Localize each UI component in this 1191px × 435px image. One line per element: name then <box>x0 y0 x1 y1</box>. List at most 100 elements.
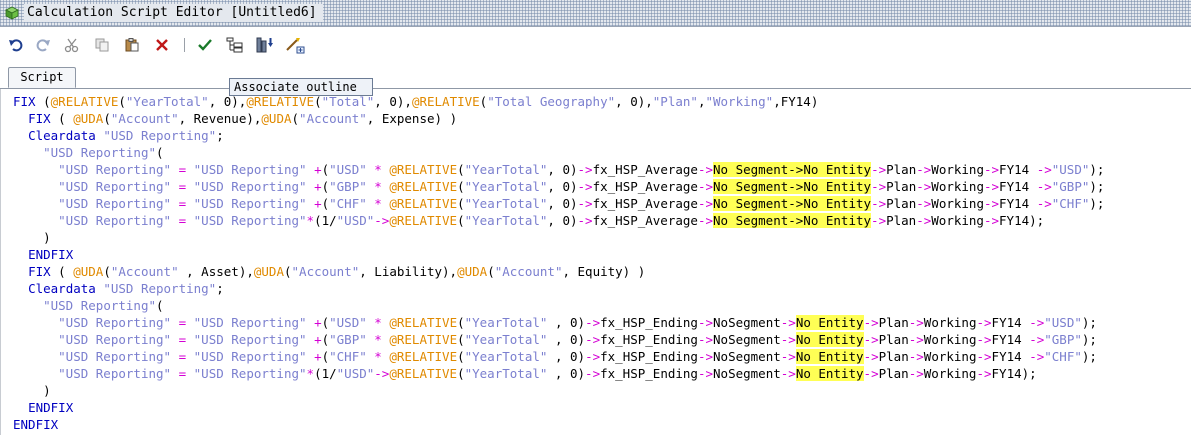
cut-button[interactable] <box>62 35 82 55</box>
code-token: fx_HSP_Ending <box>600 332 698 347</box>
delete-button[interactable] <box>152 35 172 55</box>
code-token: No Segment->No Entity <box>713 196 872 211</box>
code-token: @UDA <box>73 264 104 279</box>
code-token: , 0), <box>208 94 247 109</box>
code-token: "USD Reporting" <box>43 145 156 160</box>
code-token: -> <box>585 315 601 330</box>
code-token: + <box>314 179 322 194</box>
script-editor[interactable]: FIX (@RELATIVE("YearTotal", 0),@RELATIVE… <box>0 89 1191 435</box>
code-line[interactable]: "USD Reporting"( <box>13 297 1104 314</box>
code-area[interactable]: FIX (@RELATIVE("YearTotal", 0),@RELATIVE… <box>13 93 1104 433</box>
code-token: + <box>314 349 322 364</box>
code-token: + <box>314 196 322 211</box>
code-token: -> <box>780 349 796 364</box>
code-token: Plan <box>886 179 917 194</box>
code-token: = <box>178 196 187 211</box>
code-line[interactable]: "USD Reporting" = "USD Reporting"*(1/"US… <box>13 212 1104 229</box>
code-token: Working <box>931 213 984 228</box>
code-token: "USD Reporting" <box>103 281 217 296</box>
code-line[interactable]: "USD Reporting" = "USD Reporting" +("GBP… <box>13 331 1104 348</box>
code-line[interactable]: ) <box>13 382 1104 399</box>
code-token: ); <box>1089 162 1105 177</box>
undo-button[interactable] <box>6 35 26 55</box>
code-token: -> <box>697 332 714 347</box>
code-line[interactable]: "USD Reporting" = "USD Reporting" +("CHF… <box>13 195 1104 212</box>
code-token: -> <box>1029 349 1045 364</box>
code-line[interactable]: "USD Reporting" = "USD Reporting" +("CHF… <box>13 348 1104 365</box>
code-token: ; <box>216 128 224 143</box>
code-token: "USD Reporting" <box>193 213 307 228</box>
code-token: , 0) <box>547 315 586 330</box>
code-token: fx_HSP_Ending <box>600 315 698 330</box>
code-token: "Total" <box>321 94 375 109</box>
tab-script[interactable]: Script <box>8 67 76 88</box>
code-token: NoSegment <box>713 366 781 381</box>
code-token: -> <box>780 366 796 381</box>
code-line[interactable]: FIX (@RELATIVE("YearTotal", 0),@RELATIVE… <box>13 93 1104 110</box>
code-line[interactable]: ENDFIX <box>13 399 1104 416</box>
code-token: ( <box>283 264 292 279</box>
code-token: , 0), <box>374 94 412 109</box>
code-line[interactable]: Cleardata "USD Reporting"; <box>13 280 1104 297</box>
code-token: "YearTotal" <box>464 349 548 364</box>
code-line[interactable]: FIX ( @UDA("Account" , Asset),@UDA("Acco… <box>13 263 1104 280</box>
code-token: -> <box>976 366 992 381</box>
code-token: "YearTotal" <box>464 162 548 177</box>
code-token: -> <box>1029 332 1045 347</box>
code-line[interactable]: "USD Reporting"( <box>13 144 1104 161</box>
code-token: "GBP" <box>329 332 367 347</box>
code-line[interactable]: FIX ( @UDA("Account", Revenue),@UDA("Acc… <box>13 110 1104 127</box>
code-token: -> <box>585 332 601 347</box>
copy-button[interactable] <box>92 35 112 55</box>
code-line[interactable]: Cleardata "USD Reporting"; <box>13 127 1104 144</box>
code-token: "Account" <box>110 111 179 126</box>
code-token: ( <box>457 179 465 194</box>
code-token: , 0) <box>547 366 586 381</box>
checkmark-icon <box>198 39 212 51</box>
associate-outline-button[interactable] <box>225 35 245 55</box>
code-token: -> <box>976 349 992 364</box>
code-line[interactable]: ENDFIX <box>13 246 1104 263</box>
code-line[interactable]: "USD Reporting" = "USD Reporting" +("GBP… <box>13 178 1104 195</box>
code-token: ( <box>156 298 164 313</box>
code-token: "Account" <box>291 264 360 279</box>
code-token: , 0) <box>547 349 586 364</box>
code-token: Plan <box>878 315 909 330</box>
code-token: ( <box>321 162 330 177</box>
code-token: ,FY14) <box>773 94 819 109</box>
paste-button[interactable] <box>122 35 142 55</box>
insert-function-button[interactable] <box>285 35 305 55</box>
code-token: @UDA <box>73 111 104 126</box>
code-token: -> <box>697 366 714 381</box>
code-token: FY14 <box>991 349 1030 364</box>
code-token: = <box>178 315 187 330</box>
code-line[interactable]: ENDFIX <box>13 416 1104 433</box>
code-line[interactable]: "USD Reporting" = "USD Reporting" +("USD… <box>13 314 1104 331</box>
toolbar <box>0 27 1191 64</box>
code-token: ( <box>58 111 74 126</box>
code-token: No Segment->No Entity <box>713 179 872 194</box>
code-token: ( <box>457 196 465 211</box>
code-token: @RELATIVE <box>50 94 119 109</box>
code-token: No Segment->No Entity <box>713 213 872 228</box>
code-token: Cleardata <box>28 128 104 143</box>
code-token: -> <box>908 332 924 347</box>
code-token: @RELATIVE <box>389 196 458 211</box>
code-line[interactable]: "USD Reporting" = "USD Reporting" +("USD… <box>13 161 1104 178</box>
code-line[interactable]: "USD Reporting" = "USD Reporting"*(1/"US… <box>13 365 1104 382</box>
code-token: "USD" <box>336 366 375 381</box>
redo-button[interactable] <box>33 35 53 55</box>
code-token: ENDFIX <box>28 400 74 415</box>
execute-button[interactable] <box>255 35 275 55</box>
validate-button[interactable] <box>195 35 215 55</box>
code-token: -> <box>697 162 714 177</box>
code-line[interactable]: ) <box>13 229 1104 246</box>
